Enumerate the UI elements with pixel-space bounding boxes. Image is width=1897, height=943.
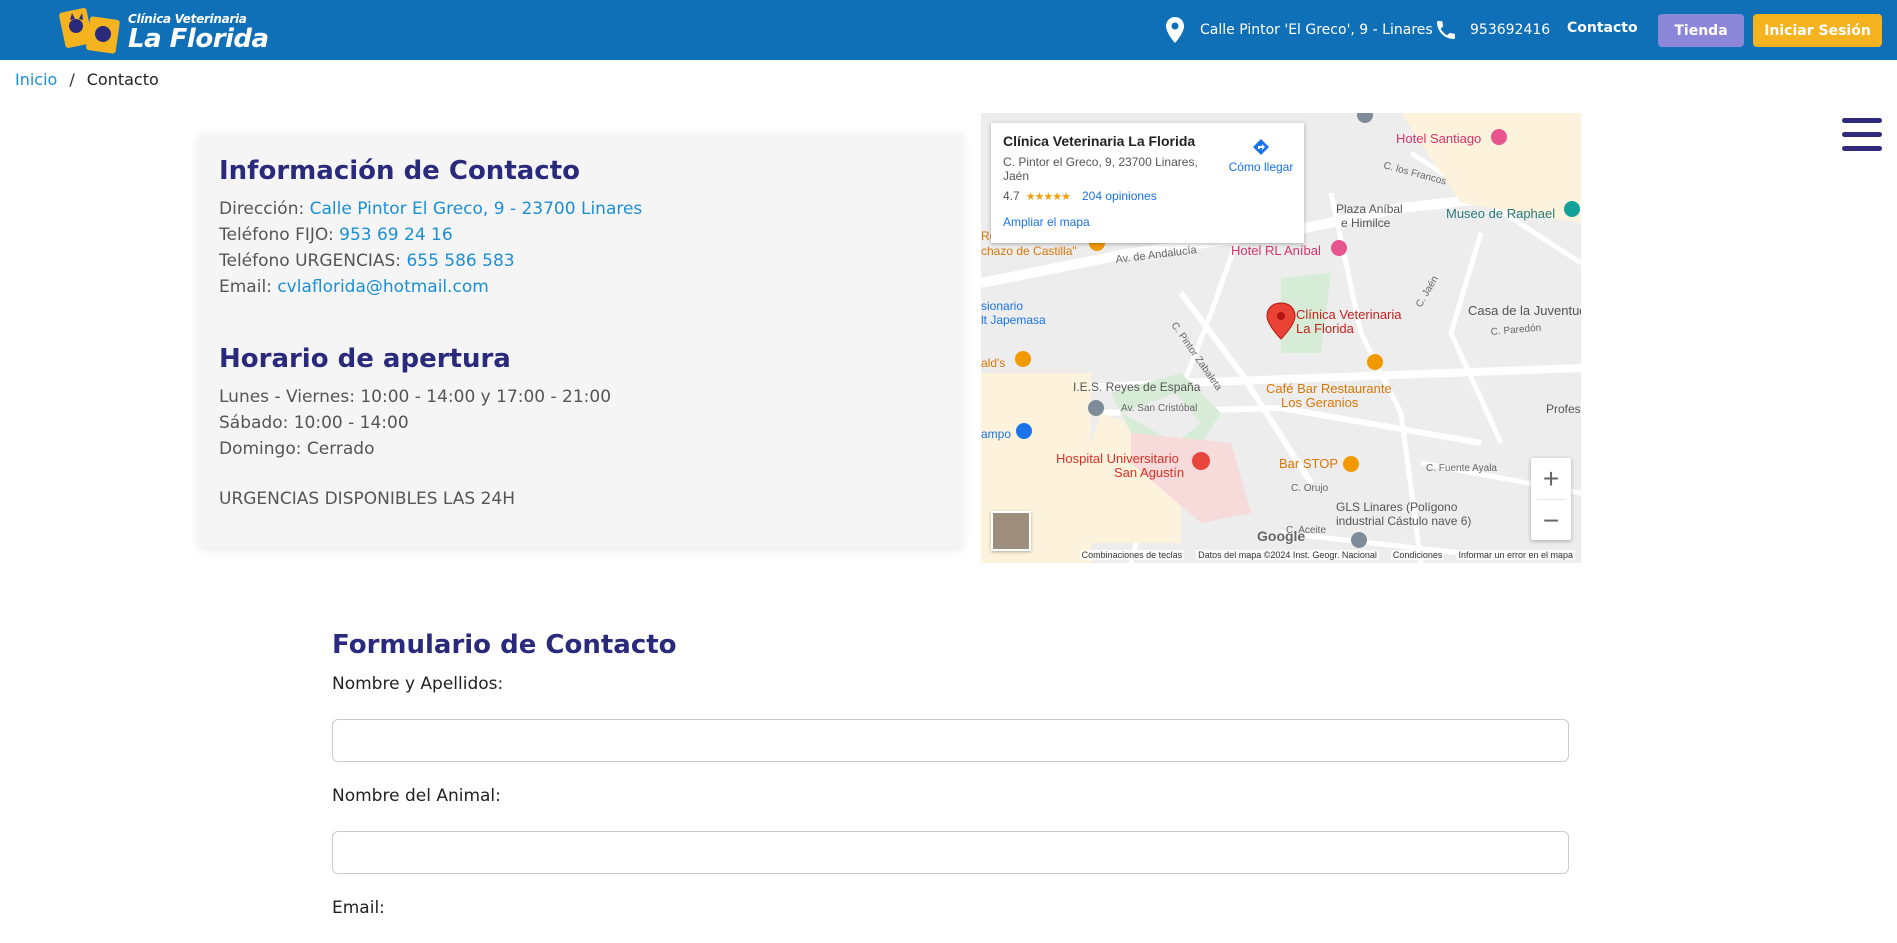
email-line: Email: cvlaflorida@hotmail.com: [219, 274, 942, 300]
email-label: Email:: [219, 277, 272, 297]
map-label-hotel-santiago: Hotel Santiago: [1396, 131, 1481, 146]
svg-text:San Agustín: San Agustín: [1114, 465, 1184, 480]
svg-text:C. Fuente Ayala: C. Fuente Ayala: [1426, 463, 1497, 474]
svg-text:e Himilce: e Himilce: [1341, 216, 1391, 230]
map-zoom-in-button[interactable]: +: [1531, 458, 1571, 499]
svg-text:C. Orujo: C. Orujo: [1291, 483, 1329, 494]
map-enlarge-link[interactable]: Ampliar el mapa: [1003, 215, 1292, 229]
header-phone[interactable]: 953692416: [1434, 16, 1550, 44]
breadcrumb-separator: /: [69, 70, 75, 89]
breadcrumb-current: Contacto: [86, 70, 159, 89]
map-pin-icon: [1166, 17, 1184, 43]
map-reviews-link[interactable]: 204 opiniones: [1082, 189, 1157, 203]
site-logo[interactable]: Clínica Veterinaria La Florida: [58, 4, 269, 56]
emergency-phone-label: Teléfono URGENCIAS:: [219, 251, 402, 271]
svg-text:Hotel RL Aníbal: Hotel RL Aníbal: [1231, 243, 1321, 258]
map-rating-row: 4.7 ★★★★★ 204 opiniones: [1003, 189, 1292, 203]
svg-text:La Florida: La Florida: [1296, 321, 1355, 336]
svg-text:GLS Linares (Polígono: GLS Linares (Polígono: [1336, 500, 1458, 514]
svg-text:Hospital Universitario: Hospital Universitario: [1056, 451, 1179, 466]
svg-text:ampo: ampo: [981, 427, 1011, 441]
contact-form: Formulario de Contacto Nombre y Apellido…: [332, 630, 1570, 943]
map-rating-value: 4.7: [1003, 189, 1020, 203]
address-label: Dirección:: [219, 199, 305, 219]
header-address[interactable]: Calle Pintor 'El Greco', 9 - Linares: [1166, 16, 1433, 44]
map-place-address: C. Pintor el Greco, 9, 23700 Linares, Ja…: [1003, 155, 1198, 183]
login-button[interactable]: Iniciar Sesión: [1753, 14, 1882, 47]
map-attribution: Combinaciones de teclas Datos del mapa ©…: [981, 547, 1581, 563]
form-title: Formulario de Contacto: [332, 630, 677, 660]
landline-label: Teléfono FIJO:: [219, 225, 334, 245]
svg-text:Clínica Veterinaria: Clínica Veterinaria: [1296, 307, 1402, 322]
svg-text:I.E.S. Reyes de España: I.E.S. Reyes de España: [1073, 380, 1201, 394]
menu-hamburger-icon[interactable]: [1842, 118, 1884, 152]
svg-text:Plaza Aníbal: Plaza Aníbal: [1336, 202, 1403, 216]
breadcrumb: Inicio / Contacto: [15, 70, 159, 89]
map-directions-button[interactable]: Cómo llegar: [1221, 137, 1301, 174]
hours-emergency: URGENCIAS DISPONIBLES LAS 24H: [219, 489, 516, 509]
emergency-phone-link[interactable]: 655 586 583: [406, 251, 514, 271]
svg-text:Profesiona: Profesiona: [1546, 402, 1581, 416]
svg-text:ald's: ald's: [981, 356, 1005, 370]
header-address-text: Calle Pintor 'El Greco', 9 - Linares: [1200, 22, 1433, 38]
svg-text:Av. San Cristóbal: Av. San Cristóbal: [1121, 403, 1197, 414]
logo-text-main: La Florida: [128, 24, 269, 54]
name-label: Nombre y Apellidos:: [332, 674, 504, 694]
svg-text:Los Geranios: Los Geranios: [1281, 395, 1359, 410]
hours-weekdays: Lunes - Viernes: 10:00 - 14:00 y 17:00 -…: [219, 387, 612, 407]
map-zoom-controls: + −: [1531, 458, 1571, 540]
svg-text:chazo de Castilla": chazo de Castilla": [981, 244, 1077, 258]
map-place-card: Clínica Veterinaria La Florida C. Pintor…: [991, 123, 1304, 243]
map-directions-label: Cómo llegar: [1228, 160, 1294, 174]
hours-saturday: Sábado: 10:00 - 14:00: [219, 413, 409, 433]
contact-info-title: Información de Contacto: [219, 156, 580, 186]
landline-link[interactable]: 953 69 24 16: [339, 225, 453, 245]
svg-text:sionario: sionario: [981, 299, 1023, 313]
map-satellite-toggle[interactable]: [991, 511, 1031, 551]
name-input[interactable]: [332, 719, 1569, 762]
hours-sunday: Domingo: Cerrado: [219, 439, 375, 459]
svg-text:Café Bar Restaurante: Café Bar Restaurante: [1266, 381, 1392, 396]
email-label: Email:: [332, 898, 385, 918]
landline-line: Teléfono FIJO: 953 69 24 16: [219, 222, 942, 248]
address-link[interactable]: Calle Pintor El Greco, 9 - 23700 Linares: [310, 199, 643, 219]
breadcrumb-home-link[interactable]: Inicio: [15, 70, 57, 89]
svg-text:industrial Cástulo nave 6): industrial Cástulo nave 6): [1336, 514, 1471, 528]
svg-text:Museo de Raphael: Museo de Raphael: [1446, 206, 1555, 221]
header-phone-text: 953692416: [1470, 22, 1551, 38]
svg-text:lt Japemasa: lt Japemasa: [981, 313, 1046, 327]
svg-text:Casa de la Juventud: Casa de la Juventud: [1468, 303, 1581, 318]
directions-icon: [1253, 139, 1269, 155]
nav-contacto-link[interactable]: Contacto: [1567, 20, 1638, 36]
map-zoom-out-button[interactable]: −: [1531, 500, 1571, 541]
map-report-link[interactable]: Informar un error en el mapa: [1456, 550, 1575, 560]
map-data-attribution: Datos del mapa ©2024 Inst. Geogr. Nacion…: [1196, 550, 1379, 560]
logo-pets-icon: [59, 8, 120, 54]
contact-info-card: Información de Contacto Dirección: Calle…: [199, 134, 962, 547]
animal-name-label: Nombre del Animal:: [332, 786, 501, 806]
address-line: Dirección: Calle Pintor El Greco, 9 - 23…: [219, 196, 942, 222]
email-link[interactable]: cvlaflorida@hotmail.com: [277, 277, 489, 297]
shop-button[interactable]: Tienda: [1658, 14, 1744, 47]
map-terms-link[interactable]: Condiciones: [1390, 550, 1445, 560]
hours-title: Horario de apertura: [219, 344, 511, 374]
google-logo: Google: [1257, 528, 1306, 544]
emergency-phone-line: Teléfono URGENCIAS: 655 586 583: [219, 248, 942, 274]
map-shortcuts-link[interactable]: Combinaciones de teclas: [1079, 550, 1185, 560]
embedded-map[interactable]: Hotel Santiago C. los Francos Plaza Aníb…: [981, 113, 1581, 563]
svg-text:Bar STOP: Bar STOP: [1279, 456, 1338, 471]
star-rating-icon: ★★★★★: [1025, 190, 1071, 203]
phone-icon: [1437, 21, 1455, 39]
top-navbar: Clínica Veterinaria La Florida Calle Pin…: [0, 0, 1897, 60]
animal-name-input[interactable]: [332, 831, 1569, 874]
